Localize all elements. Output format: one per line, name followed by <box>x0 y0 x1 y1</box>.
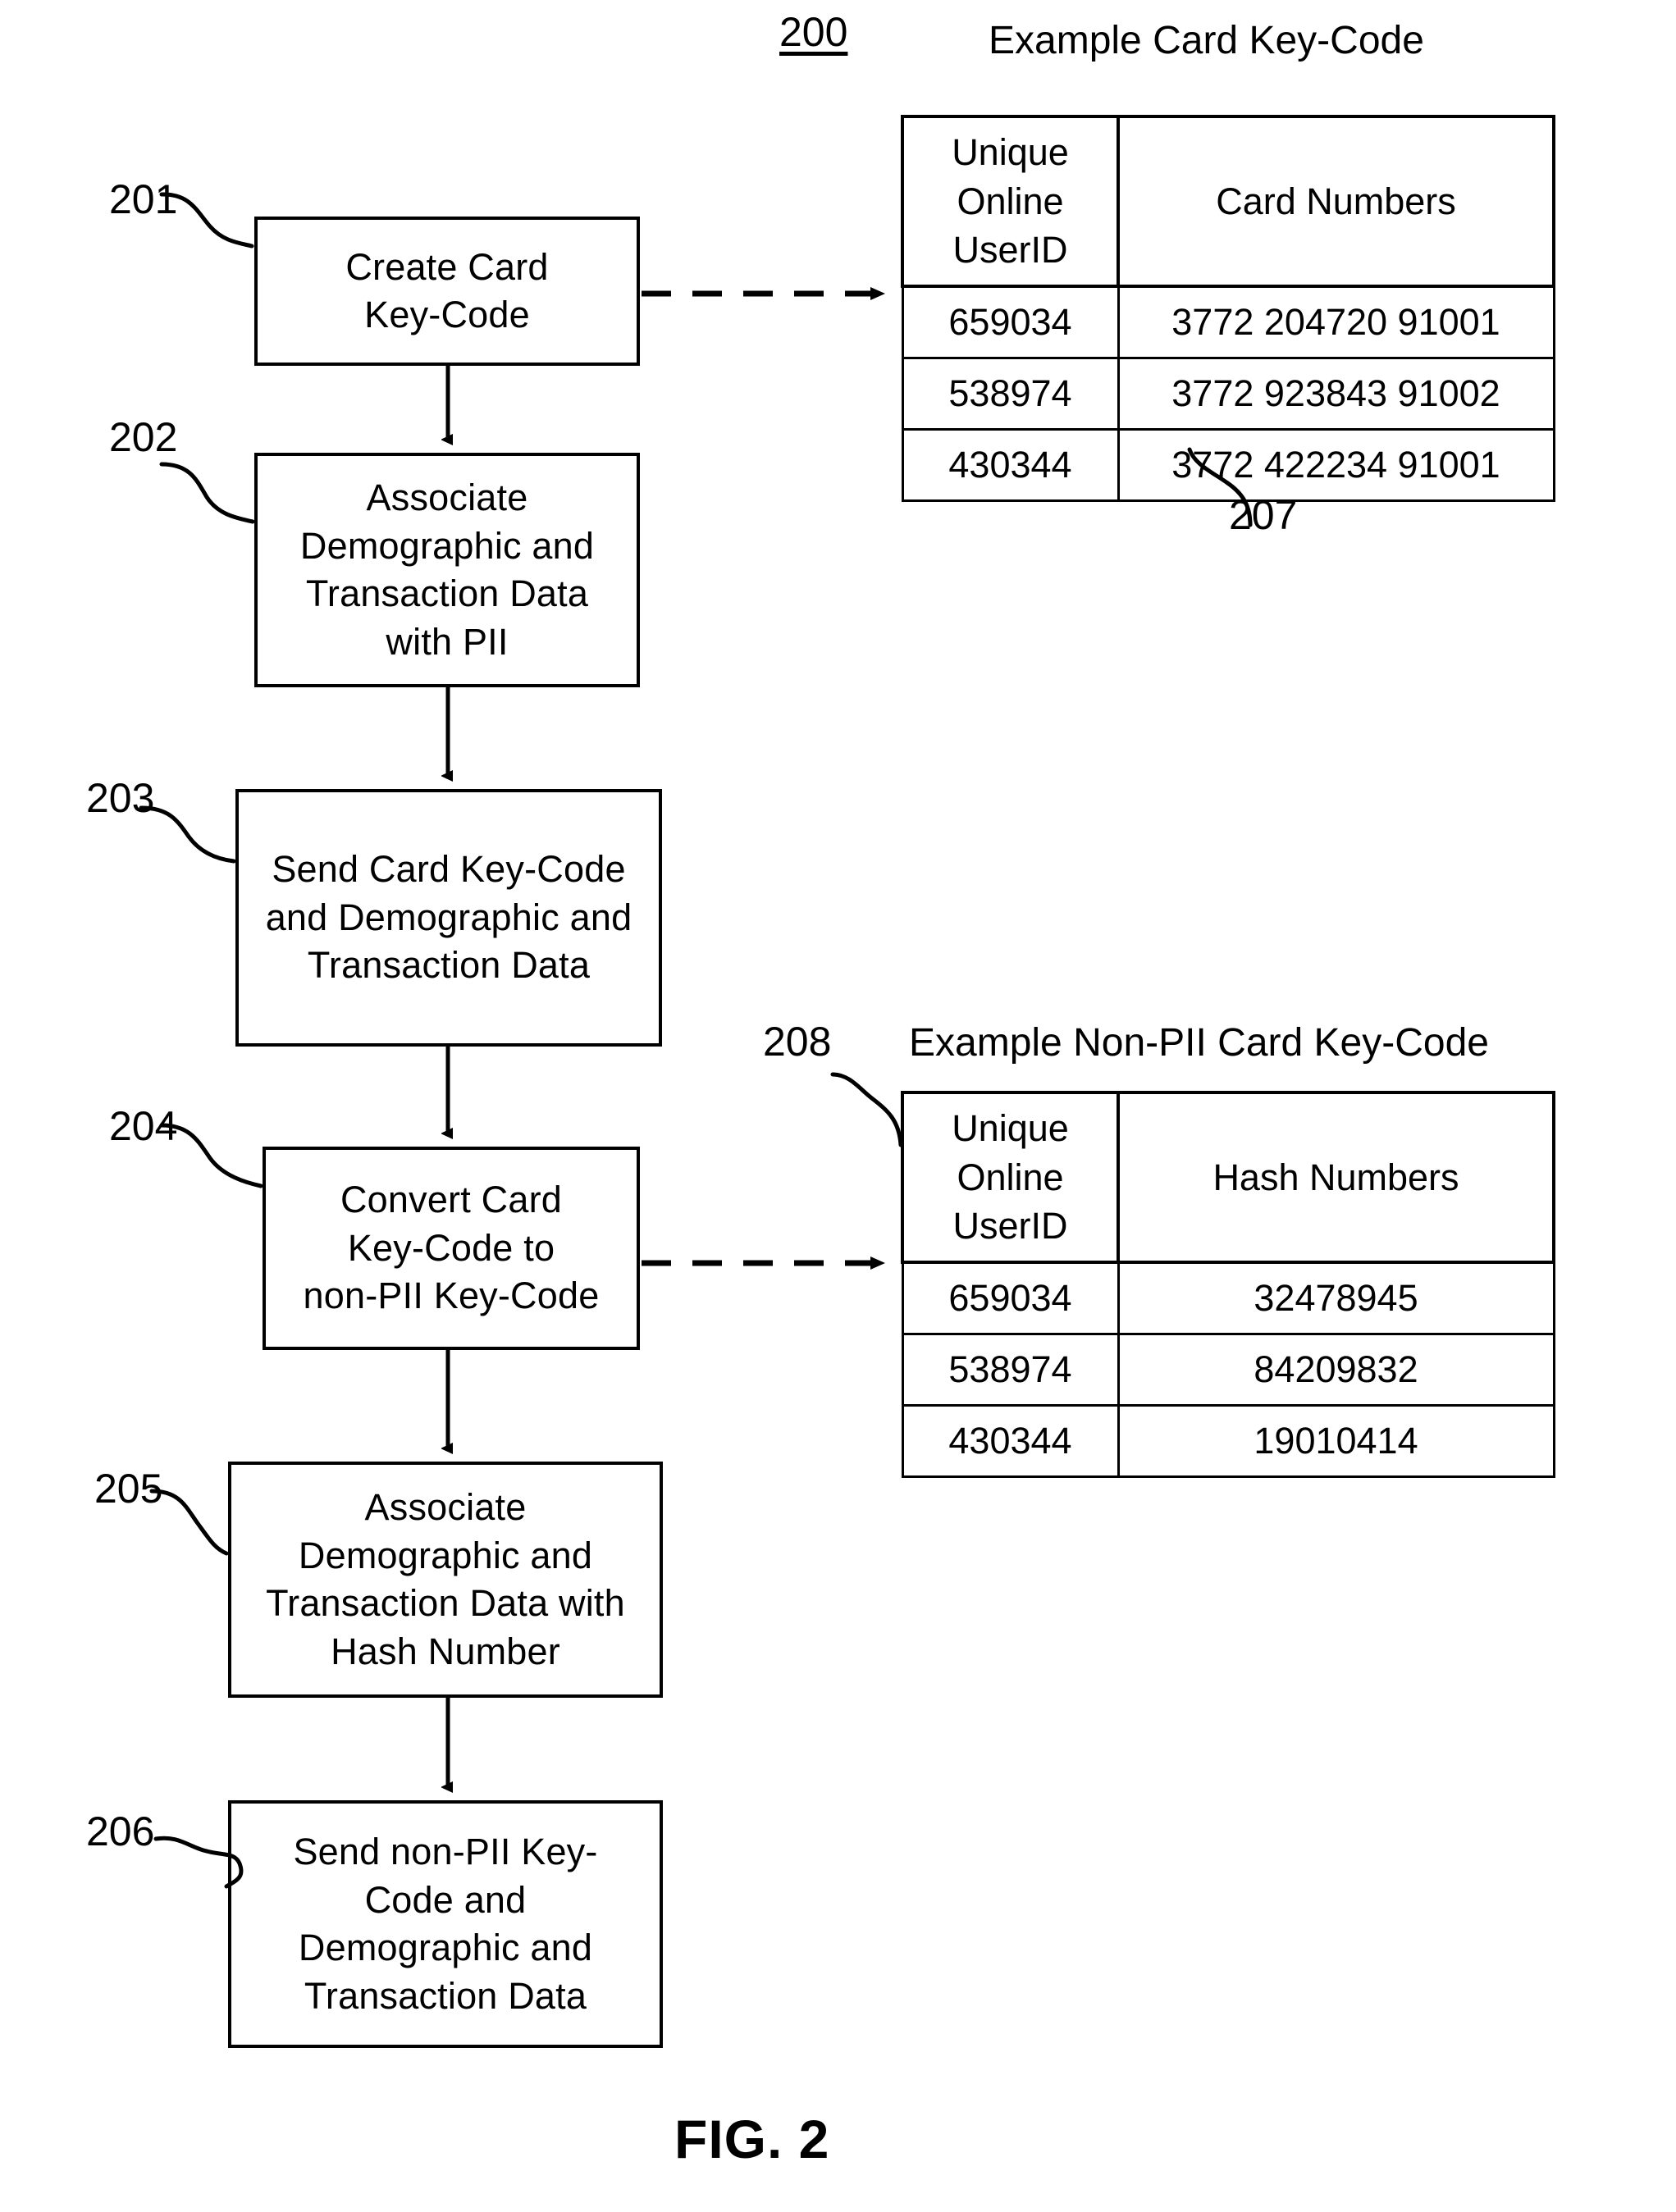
figure-reference-206: 206 <box>86 1808 155 1854</box>
column-header-userid: Unique Online UserID <box>901 1091 1120 1264</box>
cell-userid: 430344 <box>901 428 1120 502</box>
box-line: Key-Code <box>364 294 530 335</box>
patent-figure: 200 Example Card Key-Code Unique Online … <box>0 0 1676 2212</box>
box-line: Convert Card <box>340 1179 562 1221</box>
box-line: Hash Number <box>331 1630 560 1672</box>
leader-line-203 <box>139 805 236 864</box>
column-header-line: UserID <box>952 1205 1068 1247</box>
box-line: Transaction Data <box>305 572 589 614</box>
figure-reference-201: 201 <box>109 176 178 222</box>
cell-card-number: 3772 204720 91001 <box>1117 285 1555 359</box>
box-line: Send non-PII Key- <box>293 1831 598 1872</box>
cell-card-number: 3772 923843 91002 <box>1117 357 1555 431</box>
column-header-line: Unique <box>952 130 1069 173</box>
cell-hash-number: 32478945 <box>1117 1261 1555 1335</box>
box-line: Code and <box>364 1878 527 1921</box>
box-line: with PII <box>386 620 509 663</box>
process-box-send-card-key-code-and-data[interactable]: Send Card Key-Code and Demographic and T… <box>235 789 662 1047</box>
column-header-line: UserID <box>952 229 1068 271</box>
process-box-associate-data-with-pii[interactable]: Associate Demographic and Transaction Da… <box>254 453 640 687</box>
column-header-line: Online <box>957 1156 1064 1198</box>
table-card-key-code: Unique Online UserID Card Numbers 659034… <box>901 115 1555 502</box>
box-line: Associate <box>366 477 528 518</box>
box-line: Send Card Key-Code <box>272 848 626 891</box>
process-box-send-non-pii-key-code-and-data[interactable]: Send non-PII Key- Code and Demographic a… <box>228 1800 663 2048</box>
table-non-pii-card-key-code: Unique Online UserID Hash Numbers 659034… <box>901 1091 1555 1478</box>
cell-userid: 538974 <box>901 357 1120 431</box>
figure-reference-207: 207 <box>1229 492 1298 538</box>
process-box-associate-data-with-hash-number[interactable]: Associate Demographic and Transaction Da… <box>228 1462 663 1698</box>
table-title-non-pii-card-key-code: Example Non-PII Card Key-Code <box>909 1021 1489 1065</box>
box-line: Demographic and <box>299 524 595 567</box>
box-line: Transaction Data with <box>266 1582 625 1624</box>
box-line: Transaction Data <box>304 1974 587 2017</box>
leader-line-208 <box>830 1072 903 1147</box>
table-row: 659034 32478945 <box>901 1261 1555 1335</box>
cell-hash-number: 84209832 <box>1117 1333 1555 1407</box>
process-box-create-card-key-code[interactable]: Create Card Key-Code <box>254 217 640 366</box>
figure-reference-202: 202 <box>109 414 178 460</box>
column-header-line: Card Numbers <box>1216 180 1456 222</box>
table-row: 538974 3772 923843 91002 <box>901 357 1555 431</box>
figure-reference-203: 203 <box>86 775 155 821</box>
table-title-card-key-code: Example Card Key-Code <box>989 19 1424 62</box>
table-row: 538974 84209832 <box>901 1333 1555 1407</box>
box-line: non-PII Key-Code <box>303 1275 600 1317</box>
figure-reference-200: 200 <box>779 9 848 55</box>
column-header-line: Unique <box>952 1106 1069 1149</box>
cell-hash-number: 19010414 <box>1117 1404 1555 1478</box>
column-header-line: Online <box>957 180 1064 222</box>
cell-userid: 538974 <box>901 1333 1120 1407</box>
box-line: Transaction Data <box>307 944 591 987</box>
box-line: Demographic and <box>298 1534 593 1576</box>
box-line: and Demographic and <box>265 896 632 938</box>
table-header-row: Unique Online UserID Hash Numbers <box>901 1091 1555 1264</box>
table-header-row: Unique Online UserID Card Numbers <box>901 115 1555 288</box>
column-header-hash-numbers: Hash Numbers <box>1117 1091 1555 1264</box>
column-header-line: Hash Numbers <box>1212 1156 1459 1198</box>
table-row: 659034 3772 204720 91001 <box>901 285 1555 359</box>
box-line: Associate <box>364 1486 527 1528</box>
leader-line-205 <box>149 1489 229 1556</box>
column-header-userid: Unique Online UserID <box>901 115 1120 288</box>
figure-caption: FIG. 2 <box>674 2109 830 2169</box>
process-box-convert-to-non-pii-key-code[interactable]: Convert Card Key-Code to non-PII Key-Cod… <box>263 1147 640 1350</box>
cell-card-number: 3772 422234 91001 <box>1117 428 1555 502</box>
box-line: Demographic and <box>298 1927 593 1968</box>
box-line: Key-Code to <box>347 1226 555 1269</box>
figure-reference-205: 205 <box>94 1466 163 1512</box>
cell-userid: 659034 <box>901 1261 1120 1335</box>
leader-line-202 <box>159 462 255 524</box>
table-row: 430344 19010414 <box>901 1404 1555 1478</box>
cell-userid: 659034 <box>901 285 1120 359</box>
figure-reference-204: 204 <box>109 1103 178 1149</box>
box-line: Create Card <box>345 245 549 288</box>
column-header-card-numbers: Card Numbers <box>1117 115 1555 288</box>
table-row: 430344 3772 422234 91001 <box>901 428 1555 502</box>
figure-reference-208: 208 <box>763 1019 832 1065</box>
cell-userid: 430344 <box>901 1404 1120 1478</box>
